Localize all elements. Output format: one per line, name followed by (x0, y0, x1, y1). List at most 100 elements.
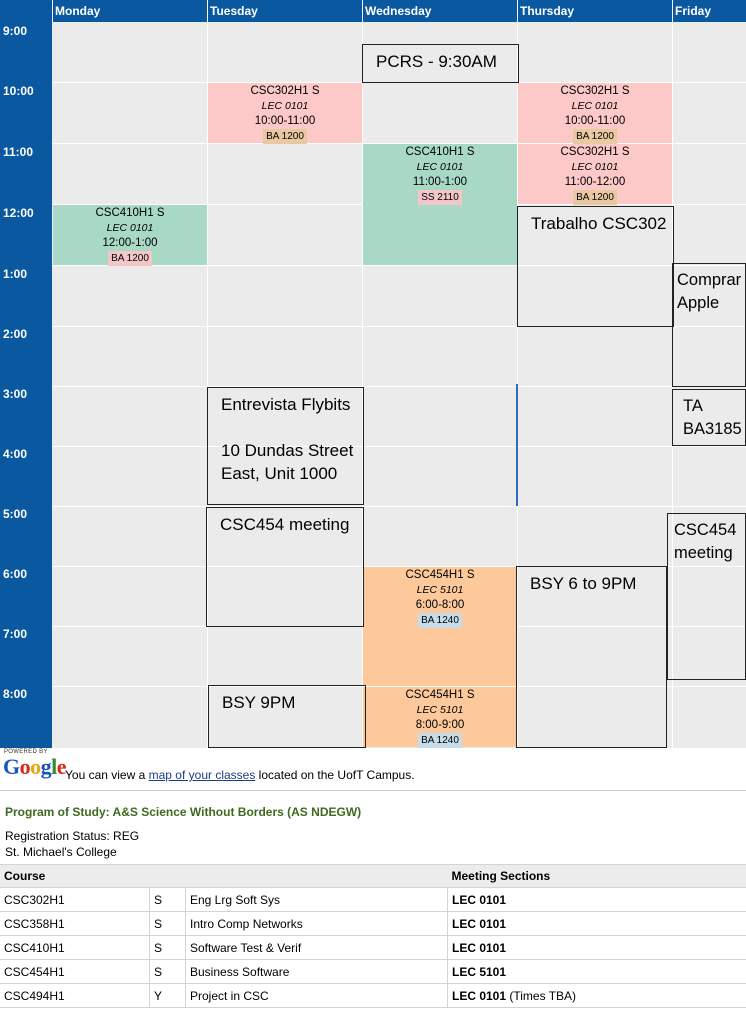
grid-divider (52, 506, 746, 507)
time-label: 11:00 (3, 145, 33, 159)
note-csc454-meeting-tue[interactable]: CSC454 meeting (206, 507, 364, 627)
note-pcrs[interactable]: PCRS - 9:30AM (362, 44, 519, 83)
meeting-sections-header: Meeting Sections (448, 865, 746, 888)
map-message: You can view a map of your classes locat… (65, 768, 415, 782)
course-section: LEC 5101 (363, 583, 517, 598)
table-row: CSC494H1 Y Project in CSC LEC 0101 (Time… (0, 984, 746, 1008)
course-code-cell: CSC454H1 (0, 960, 150, 984)
google-map-bar: POWERED BY Google You can view a map of … (0, 748, 746, 788)
table-row: CSC302H1 S Eng Lrg Soft Sys LEC 0101 (0, 888, 746, 912)
course-section: LEC 0101 (518, 99, 672, 114)
time-label: 5:00 (3, 507, 27, 521)
course-room: BA 1240 (418, 733, 462, 748)
map-of-classes-link[interactable]: map of your classes (149, 768, 256, 782)
note-bsy-tue[interactable]: BSY 9PM (208, 685, 366, 748)
course-code: CSC302H1 S (208, 84, 362, 99)
course-code: CSC410H1 S (363, 145, 517, 160)
section-cell: LEC 0101 (448, 912, 746, 936)
course-room: BA 1200 (573, 129, 617, 144)
course-block-csc302-thu-11[interactable]: CSC302H1 S LEC 0101 11:00-12:00 BA 1200 (518, 144, 672, 204)
time-label: 2:00 (3, 327, 27, 341)
event-edge-line (516, 384, 518, 506)
course-block-csc410-wed[interactable]: CSC410H1 S LEC 0101 11:00-1:00 SS 2110 (363, 144, 517, 265)
time-label: 9:00 (3, 24, 27, 38)
time-label: 4:00 (3, 447, 27, 461)
section-cell: LEC 0101 (448, 936, 746, 960)
course-block-csc454-wed[interactable]: CSC454H1 S LEC 5101 6:00-8:00 BA 1240 (363, 567, 517, 686)
courses-table: Course Meeting Sections CSC302H1 S Eng L… (0, 864, 746, 1008)
day-header-friday: Friday (672, 0, 746, 22)
course-column-header: Course (0, 865, 448, 888)
note-csc454-meeting-fri[interactable]: CSC454 meeting (667, 513, 746, 680)
term-cell: Y (150, 984, 186, 1008)
section-cell: LEC 0101 (Times TBA) (448, 984, 746, 1008)
course-room: BA 1200 (573, 190, 617, 205)
timetable: Monday Tuesday Wednesday Thursday Friday… (0, 0, 746, 748)
course-code: CSC454H1 S (363, 568, 517, 583)
course-section: LEC 0101 (53, 221, 207, 236)
program-of-study-panel: Program of Study: A&S Science Without Bo… (0, 790, 746, 1014)
course-section: LEC 0101 (208, 99, 362, 114)
time-label: 7:00 (3, 627, 27, 641)
section-code: LEC 5101 (452, 965, 506, 979)
college-name: St. Michael's College (5, 845, 117, 859)
grid-divider (52, 446, 746, 447)
note-bsy-thu[interactable]: BSY 6 to 9PM (516, 566, 667, 748)
section-cell: LEC 5101 (448, 960, 746, 984)
time-label: 10:00 (3, 84, 34, 98)
course-title-cell: Eng Lrg Soft Sys (186, 888, 448, 912)
section-code: LEC 0101 (452, 989, 506, 1003)
time-label: 8:00 (3, 687, 27, 701)
day-header-monday: Monday (52, 0, 207, 22)
course-title-cell: Software Test & Verif (186, 936, 448, 960)
course-room: BA 1240 (418, 613, 462, 628)
day-header-thursday: Thursday (517, 0, 672, 22)
course-code: CSC410H1 S (53, 206, 207, 221)
course-room: BA 1200 (108, 251, 152, 266)
table-row: CSC358H1 S Intro Comp Networks LEC 0101 (0, 912, 746, 936)
term-cell: S (150, 888, 186, 912)
course-title-cell: Business Software (186, 960, 448, 984)
term-cell: S (150, 912, 186, 936)
course-title-cell: Project in CSC (186, 984, 448, 1008)
term-cell: S (150, 936, 186, 960)
map-text-prefix: You can view a (65, 768, 149, 782)
day-header-wednesday: Wednesday (362, 0, 517, 22)
course-time: 8:00-9:00 (363, 718, 517, 733)
course-section: LEC 0101 (363, 160, 517, 175)
day-header-tuesday: Tuesday (207, 0, 362, 22)
course-time: 6:00-8:00 (363, 598, 517, 613)
time-label: 12:00 (3, 206, 34, 220)
course-code-cell: CSC358H1 (0, 912, 150, 936)
course-block-csc302-tue[interactable]: CSC302H1 S LEC 0101 10:00-11:00 BA 1200 (208, 83, 362, 143)
note-entrevista[interactable]: Entrevista Flybits 10 Dundas Street East… (207, 387, 364, 505)
time-label: 3:00 (3, 387, 27, 401)
grid-divider (52, 386, 746, 387)
note-ta[interactable]: TA BA3185 (672, 389, 746, 446)
table-row: CSC410H1 S Software Test & Verif LEC 010… (0, 936, 746, 960)
google-logo: Google (3, 754, 66, 780)
program-title: Program of Study: A&S Science Without Bo… (5, 805, 361, 819)
section-code: LEC 0101 (452, 893, 506, 907)
course-section: LEC 5101 (363, 703, 517, 718)
course-block-csc454-wed-8[interactable]: CSC454H1 S LEC 5101 8:00-9:00 BA 1240 (363, 687, 517, 747)
course-code: CSC454H1 S (363, 688, 517, 703)
section-cell: LEC 0101 (448, 888, 746, 912)
course-block-csc302-thu[interactable]: CSC302H1 S LEC 0101 10:00-11:00 BA 1200 (518, 83, 672, 143)
note-comprar[interactable]: Comprar Apple (672, 263, 746, 387)
course-block-csc410-mon[interactable]: CSC410H1 S LEC 0101 12:00-1:00 BA 1200 (53, 205, 207, 265)
course-room: BA 1200 (263, 129, 307, 144)
section-extra: (Times TBA) (506, 989, 576, 1003)
course-code: CSC302H1 S (518, 84, 672, 99)
time-label: 6:00 (3, 567, 27, 581)
table-header-row: Course Meeting Sections (0, 865, 746, 888)
time-label: 1:00 (3, 267, 27, 281)
map-text-suffix: located on the UofT Campus. (255, 768, 414, 782)
course-code-cell: CSC494H1 (0, 984, 150, 1008)
course-time: 10:00-11:00 (208, 114, 362, 129)
note-trabalho[interactable]: Trabalho CSC302 (517, 206, 674, 327)
course-code: CSC302H1 S (518, 145, 672, 160)
term-cell: S (150, 960, 186, 984)
course-time: 11:00-12:00 (518, 175, 672, 190)
registration-status: Registration Status: REG (5, 829, 139, 843)
